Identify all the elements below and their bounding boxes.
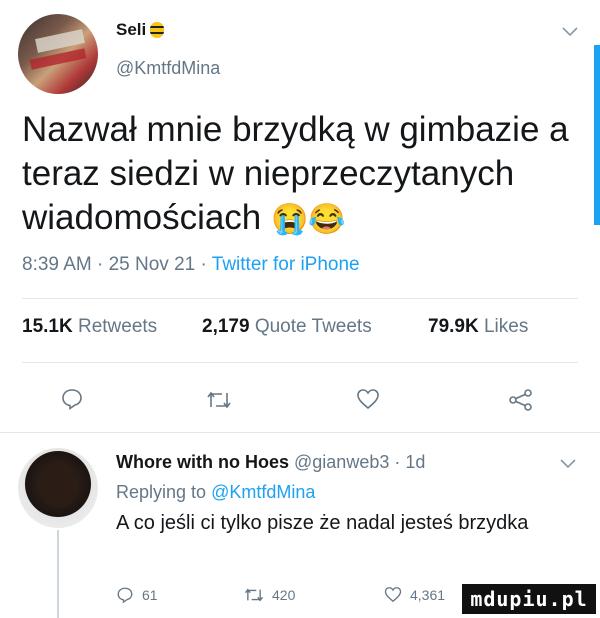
likes-stat[interactable]: 79.9K Likes [428, 316, 528, 338]
reply-author-avatar[interactable] [18, 448, 98, 528]
retweets-label: Retweets [77, 316, 158, 337]
author-name[interactable]: Seli [116, 20, 165, 40]
author-avatar[interactable] [18, 14, 98, 94]
tweet-emoji: 😭😂 [271, 203, 346, 236]
reply-author-handle[interactable]: @gianweb3 [294, 452, 389, 472]
quotes-count: 2,179 [202, 316, 250, 337]
reply-reply-count: 61 [142, 587, 158, 603]
watermark-text: mdupiu.pl [470, 587, 588, 611]
watermark: mdupiu.pl [462, 584, 596, 614]
tweet-date[interactable]: 25 Nov 21 [109, 254, 196, 275]
tweet-meta: 8:39 AM · 25 Nov 21 · Twitter for iPhone [22, 254, 360, 276]
reply-like-action[interactable]: 4,361 [384, 586, 445, 603]
tweet-source[interactable]: Twitter for iPhone [212, 254, 360, 275]
divider [22, 362, 578, 363]
quotes-stat[interactable]: 2,179 Quote Tweets [202, 316, 372, 338]
likes-label: Likes [483, 316, 529, 337]
reply-age[interactable]: 1d [405, 452, 425, 472]
replying-to: Replying to @KmtfdMina [116, 482, 315, 503]
reply-text: A co jeśli ci tylko pisze że nadal jeste… [116, 512, 529, 534]
separator: · [97, 254, 104, 275]
author-handle[interactable]: @KmtfdMina [116, 58, 220, 79]
author-name-text: Seli [116, 20, 147, 39]
separator: · [394, 452, 401, 472]
retweet-icon[interactable] [206, 389, 232, 411]
replying-handle[interactable]: @KmtfdMina [211, 482, 315, 502]
heart-icon [384, 587, 402, 603]
divider [22, 298, 578, 299]
thread-line [57, 530, 59, 618]
reply-retweet-count: 420 [272, 587, 296, 603]
reply-header: Whore with no Hoes @gianweb3 · 1d [116, 452, 425, 473]
retweets-stat[interactable]: 15.1K Retweets [22, 316, 157, 338]
chevron-down-icon[interactable] [560, 456, 576, 474]
reply-retweet-action[interactable]: 420 [244, 586, 295, 604]
scrollbar[interactable] [594, 45, 600, 225]
retweet-icon [244, 588, 264, 602]
chevron-down-icon[interactable] [562, 24, 578, 42]
tweet-time[interactable]: 8:39 AM [22, 254, 92, 275]
bee-icon [150, 22, 165, 38]
reply-like-count: 4,361 [410, 586, 446, 603]
reply-icon[interactable] [60, 387, 84, 411]
reply-icon [117, 587, 133, 604]
separator: · [200, 254, 207, 275]
tweet-text: Nazwał mnie brzydką w gimbazie a teraz s… [22, 108, 582, 242]
share-icon[interactable] [508, 388, 534, 412]
replying-label: Replying to [116, 482, 207, 502]
likes-count: 79.9K [428, 316, 479, 337]
retweets-count: 15.1K [22, 316, 73, 337]
divider [0, 432, 600, 433]
reply-author-name[interactable]: Whore with no Hoes [116, 452, 289, 472]
reply-reply-action[interactable]: 61 [116, 586, 158, 604]
heart-icon[interactable] [356, 388, 380, 410]
quotes-label: Quote Tweets [254, 316, 372, 337]
